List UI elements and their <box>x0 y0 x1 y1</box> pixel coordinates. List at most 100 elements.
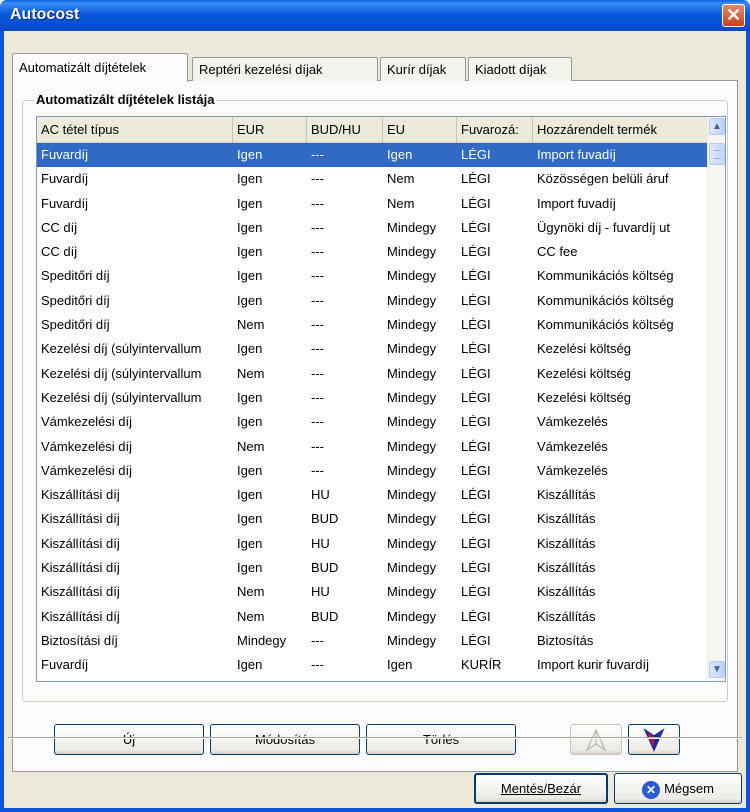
table-cell: LÉGI <box>461 317 491 333</box>
table-cell: Mindegy <box>387 365 437 381</box>
table-cell: Mindegy <box>387 317 437 333</box>
table-cell: Kiszállítás <box>537 560 596 576</box>
table-cell: Speditőri díj <box>41 268 110 284</box>
table-cell: BUD <box>311 560 339 576</box>
table-row[interactable]: Kezelési díj (súlyintervallum Igen --- Mind… <box>37 386 709 410</box>
table-cell: Mindegy <box>387 462 437 478</box>
save-close-button[interactable]: Mentés/Bezár <box>474 773 608 804</box>
tab-automatizalt-dijtetelek[interactable]: Automatizált díjtételek <box>12 53 188 82</box>
table-cell: Igen <box>237 560 263 576</box>
table-cell: LÉGI <box>461 511 491 527</box>
table-cell: Import fuvadíj <box>537 195 616 211</box>
table-cell: Fuvardíj <box>41 195 88 211</box>
table-cell: Kommunikációs költség <box>537 292 674 308</box>
tab-repteri-kezelesi-dijak[interactable]: Reptéri kezelési díjak <box>192 57 378 81</box>
table-cell: LÉGI <box>461 632 491 648</box>
table-row[interactable]: Speditőri díj Igen --- Mindegy LÉGI Kommuniká… <box>37 264 709 288</box>
window-frame-bottom <box>0 808 750 812</box>
table-row[interactable]: Kezelési díj (súlyintervallum Igen --- Mind… <box>37 337 709 361</box>
table-cell: Mindegy <box>387 560 437 576</box>
table-row[interactable]: Kiszállítási díj Nem HU Mindegy LÉGI Kiszállí… <box>37 580 709 604</box>
delete-button[interactable]: Törlés <box>366 724 516 755</box>
table-cell: Igen <box>237 244 263 260</box>
modify-button[interactable]: Módosítás <box>210 724 360 755</box>
column-header-fuvarozas[interactable]: Fuvarozá: <box>457 117 533 143</box>
table-row[interactable]: Kiszállítási díj Igen BUD Mindegy LÉGI Kiszál… <box>37 556 709 580</box>
table-cell: Igen <box>237 511 263 527</box>
move-up-button[interactable] <box>570 724 622 755</box>
table-cell: --- <box>311 462 324 478</box>
table-cell: --- <box>311 268 324 284</box>
table-cell: Kiszállítási díj <box>41 560 120 576</box>
table-cell: Igen <box>237 219 263 235</box>
tab-kurir-dijak[interactable]: Kurír díjak <box>380 57 466 81</box>
table-row[interactable]: Kiszállítási díj Nem BUD Mindegy LÉGI Kiszáll… <box>37 605 709 629</box>
table-cell: Kezelési költség <box>537 365 631 381</box>
table-cell: Kiszállítási díj <box>41 584 120 600</box>
table-row[interactable]: Fuvardíj Igen --- Nem LÉGI Import fuvadíj <box>37 192 709 216</box>
scroll-down-button[interactable]: ▼ <box>709 661 725 678</box>
table-row[interactable]: Vámkezelési díj Igen --- Mindegy LÉGI Vámkeze… <box>37 459 709 483</box>
cancel-button[interactable]: ✕ Mégsem <box>614 773 742 804</box>
table-cell: Kiszállítás <box>537 608 596 624</box>
list-header: AC tétel típus EUR BUD/HU EU Fuvarozá: H… <box>37 117 709 143</box>
table-cell: --- <box>311 317 324 333</box>
table-cell: --- <box>311 365 324 381</box>
table-cell: LÉGI <box>461 535 491 551</box>
table-cell: LÉGI <box>461 292 491 308</box>
column-header-eur[interactable]: EUR <box>233 117 307 143</box>
new-button[interactable]: Új <box>54 724 204 755</box>
close-button[interactable]: ✕ <box>722 4 745 27</box>
table-row[interactable]: Kiszállítási díj Igen HU Mindegy LÉGI Kiszáll… <box>37 532 709 556</box>
scroll-up-button[interactable]: ▲ <box>709 118 725 135</box>
table-cell: Mindegy <box>387 219 437 235</box>
table-row[interactable]: Speditőri díj Nem --- Mindegy LÉGI Kommunikác… <box>37 313 709 337</box>
table-cell: Fuvardíj <box>41 147 88 162</box>
table-row[interactable]: Fuvardíj Igen --- Igen KURÍR Import kurir fuv… <box>37 653 709 677</box>
table-cell: Kiszállítás <box>537 511 596 527</box>
move-down-button[interactable] <box>628 724 680 755</box>
table-cell: LÉGI <box>461 219 491 235</box>
table-cell: Kezelési díj (súlyintervallum <box>41 365 202 381</box>
table-cell: LÉGI <box>461 171 491 187</box>
table-cell: LÉGI <box>461 389 491 405</box>
table-cell: LÉGI <box>461 414 491 430</box>
fee-list-view[interactable]: AC tétel típus EUR BUD/HU EU Fuvarozá: H… <box>36 116 726 682</box>
column-header-hozzarendelt-termek[interactable]: Hozzárendelt termék <box>533 117 709 143</box>
table-row[interactable]: Vámkezelési díj Nem --- Mindegy LÉGI Vámkezel… <box>37 435 709 459</box>
table-cell: Mindegy <box>387 292 437 308</box>
table-row[interactable]: Kezelési díj (súlyintervallum Nem --- Minde… <box>37 362 709 386</box>
table-cell: Igen <box>237 341 263 357</box>
table-row[interactable]: Biztosítási díj Mindegy --- Mindegy LÉGI Bizt… <box>37 629 709 653</box>
arrow-up-icon <box>585 728 607 752</box>
table-cell: Nem <box>387 195 415 211</box>
column-header-eu[interactable]: EU <box>383 117 457 143</box>
table-cell: Nem <box>237 317 265 333</box>
title-bar[interactable]: Autocost ✕ <box>0 0 750 31</box>
table-row[interactable]: CC díj Igen --- Mindegy LÉGI CC fee <box>37 240 709 264</box>
table-cell: --- <box>311 632 324 648</box>
scroll-thumb[interactable] <box>709 143 725 165</box>
tab-kiadott-dijak[interactable]: Kiadott díjak <box>468 57 572 81</box>
table-cell: Vámkezelési díj <box>41 462 133 478</box>
table-cell: BUD <box>311 511 339 527</box>
vertical-scrollbar[interactable]: ▲ ▼ <box>707 117 725 681</box>
table-cell: LÉGI <box>461 438 491 454</box>
table-cell: Mindegy <box>387 438 437 454</box>
table-cell: --- <box>311 414 324 430</box>
table-row[interactable]: Kiszállítási díj Igen HU Mindegy LÉGI Kiszáll… <box>37 483 709 507</box>
table-row[interactable]: Kiszállítási díj Igen BUD Mindegy LÉGI Kiszál… <box>37 507 709 531</box>
table-row[interactable]: CC díj Igen --- Mindegy LÉGI Ügynöki díj - fu… <box>37 216 709 240</box>
column-header-ac-tetel-tipus[interactable]: AC tétel típus <box>37 117 233 143</box>
list-body: Fuvardíj Igen --- Igen LÉGI Import fuvadíj Fuv… <box>37 143 709 678</box>
table-row[interactable]: Speditőri díj Igen --- Mindegy LÉGI Kommuniká… <box>37 289 709 313</box>
table-cell: Mindegy <box>387 244 437 260</box>
table-cell: Fuvardíj <box>41 171 88 187</box>
table-cell: Kezelési díj (súlyintervallum <box>41 341 202 357</box>
table-row[interactable]: Vámkezelési díj Igen --- Mindegy LÉGI Vámkeze… <box>37 410 709 434</box>
table-row[interactable]: Fuvardíj Igen --- Nem LÉGI Közösségen belüli … <box>37 167 709 191</box>
table-cell: Igen <box>237 292 263 308</box>
table-cell: Mindegy <box>387 389 437 405</box>
column-header-bud-hu[interactable]: BUD/HU <box>307 117 383 143</box>
table-row[interactable]: Fuvardíj Igen --- Igen LÉGI Import fuvadíj <box>37 143 709 168</box>
